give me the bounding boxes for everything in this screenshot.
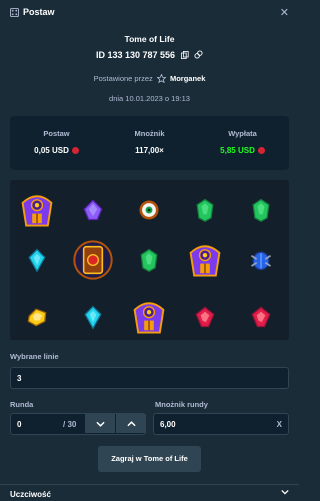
green-gem-symbol [192,197,218,223]
bet-amount-value-row: 0,05 USD [10,146,103,155]
payout-stat: Wypłata 5,85 USD [196,116,289,170]
multiplier-stat: Mnożnik 117,00× [103,116,196,170]
lines-value: 3 [17,373,22,383]
fairness-section[interactable]: Uczciwość [0,484,299,501]
close-icon[interactable]: ✕ [280,6,289,19]
pharaoh-symbol [187,242,223,278]
green-eye-symbol [136,197,162,223]
bet-amount-value: 0,05 USD [34,146,69,155]
cyan-gem-symbol [24,247,50,273]
modal-header: Postaw ✕ [0,0,299,26]
round-up-button[interactable] [116,414,146,433]
round-input[interactable]: 0 / 30 [10,413,146,435]
cyan-gem-symbol [80,304,106,330]
payout-value-row: 5,85 USD [196,146,289,155]
round-multiplier-suffix: X [276,419,282,429]
bet-id-row: ID 133 130 787 556 [0,50,299,61]
copy-icon[interactable] [180,50,189,61]
play-game-button[interactable]: Zagraj w Tome of Life [98,446,201,472]
bet-amount-stat: Postaw 0,05 USD [10,116,103,170]
bet-id: ID 133 130 787 556 [95,50,176,60]
green-gem-symbol [248,197,274,223]
purple-gem-symbol [80,197,106,223]
payout-value: 5,85 USD [220,146,255,155]
slot-reels [10,180,289,340]
placed-by-label: Postawione przez [93,74,153,83]
round-multiplier-value: 6,00 [160,419,176,429]
round-total: / 30 [63,419,77,429]
round-multiplier-input[interactable]: 6,00 X [153,413,289,435]
placed-by-row: Postawione przez Morganek [0,73,299,84]
red-gem-symbol [248,304,274,330]
yellow-gem-symbol [24,304,50,330]
multiplier-value: 117,00× [135,146,164,155]
blue-scarab-symbol [248,247,274,273]
game-name[interactable]: Tome of Life [0,34,299,44]
multiplier-label: Mnożnik [134,129,165,138]
fairness-label: Uczciwość [10,490,51,499]
round-label: Runda [10,400,34,409]
username-link[interactable]: Morganek [170,74,205,83]
chevron-down-icon [95,421,105,427]
red-currency-icon [257,147,265,154]
payout-label: Wypłata [228,129,257,138]
link-icon[interactable] [194,50,203,61]
red-currency-icon [71,147,79,154]
lines-input[interactable]: 3 [10,367,289,389]
bet-stats-panel: Postaw 0,05 USD Mnożnik 117,00× Wypłata … [10,116,289,170]
round-value: 0 [17,419,22,429]
pharaoh-symbol [19,192,55,228]
bet-amount-label: Postaw [43,129,70,138]
round-multiplier-label: Mnożnik rundy [155,400,208,409]
dice-icon [10,8,19,17]
red-gem-symbol [192,304,218,330]
modal-title: Postaw [23,7,55,17]
chevron-down-icon [281,489,289,495]
chevron-up-icon [126,420,136,426]
pharaoh-symbol [131,299,167,335]
round-down-button[interactable] [85,414,115,433]
green-gem-symbol [136,247,162,273]
book-of-life-symbol [73,240,113,280]
bet-date: dnia 10.01.2023 o 19:13 [109,94,190,103]
lines-label: Wybrane linie [10,352,59,361]
star-icon [156,73,167,84]
